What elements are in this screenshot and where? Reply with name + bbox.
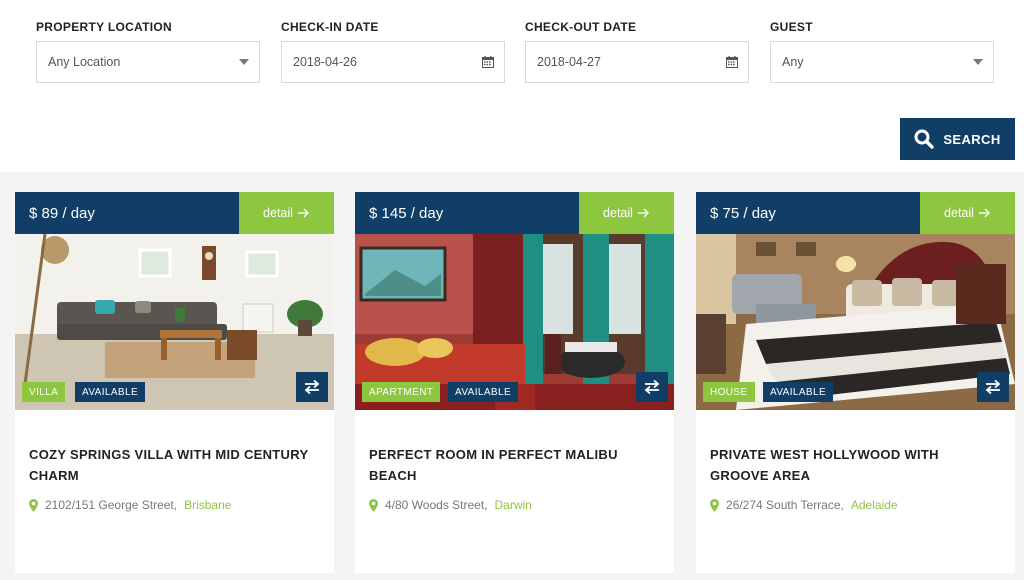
check-out-input[interactable]: 2018-04-27 [525,41,749,83]
card-header: $ 75 / day detail [696,192,1015,234]
property-location-field: PROPERTY LOCATION Any Location [36,20,260,83]
card-header: $ 145 / day detail [355,192,674,234]
listing-address: 2102/151 George Street, Brisbane [29,498,231,512]
status-badge: AVAILABLE [75,382,146,402]
check-out-value: 2018-04-27 [537,55,601,69]
address-street: 2102/151 George Street, [45,498,178,512]
status-badge: AVAILABLE [763,382,834,402]
search-button[interactable]: SEARCH [900,118,1015,160]
check-out-label: CHECK-OUT DATE [525,20,637,34]
check-in-value: 2018-04-26 [293,55,357,69]
search-button-label: SEARCH [943,131,1001,147]
address-city-link[interactable]: Brisbane [184,498,231,512]
property-location-value: Any Location [48,55,121,69]
listing-title[interactable]: COZY SPRINGS VILLA WITH MID CENTURY CHAR… [29,444,319,486]
arrow-right-icon [978,208,990,218]
detail-label: detail [944,206,974,220]
listings-grid: $ 89 / day detail VILLA AVAILABLE COZY S… [0,172,1024,580]
check-in-input[interactable]: 2018-04-26 [281,41,505,83]
compare-button[interactable] [636,372,668,402]
detail-label: detail [603,206,633,220]
address-city-link[interactable]: Darwin [495,498,532,512]
price-label: $ 75 / day [696,192,920,234]
map-pin-icon [29,498,38,512]
search-icon [914,129,935,149]
price-label: $ 145 / day [355,192,579,234]
detail-link[interactable]: detail [239,192,334,234]
calendar-icon[interactable] [482,56,494,68]
guest-field: GUEST Any [770,20,994,83]
calendar-icon[interactable] [726,56,738,68]
compare-button[interactable] [296,372,328,402]
check-in-label: CHECK-IN DATE [281,20,379,34]
arrow-right-icon [637,208,649,218]
check-in-field: CHECK-IN DATE 2018-04-26 [281,20,505,83]
detail-link[interactable]: detail [920,192,1015,234]
chevron-down-icon [239,59,249,65]
exchange-icon [304,380,320,394]
search-filters: PROPERTY LOCATION Any Location CHECK-IN … [0,0,1024,172]
address-street: 4/80 Woods Street, [385,498,488,512]
detail-link[interactable]: detail [579,192,674,234]
detail-label: detail [263,206,293,220]
property-type-badge[interactable]: APARTMENT [362,382,441,402]
chevron-down-icon [973,59,983,65]
address-city-link[interactable]: Adelaide [851,498,898,512]
map-pin-icon [710,498,719,512]
compare-button[interactable] [977,372,1009,402]
exchange-icon [644,380,660,394]
guest-value: Any [782,55,804,69]
property-type-badge[interactable]: VILLA [22,382,66,402]
listing-title[interactable]: PERFECT ROOM IN PERFECT MALIBU BEACH [369,444,659,486]
card-header: $ 89 / day detail [15,192,334,234]
property-type-badge[interactable]: HOUSE [703,382,755,402]
listing-title[interactable]: PRIVATE WEST HOLLYWOOD WITH GROOVE AREA [710,444,1000,486]
listing-card: $ 89 / day detail VILLA AVAILABLE COZY S… [15,192,334,573]
listing-address: 4/80 Woods Street, Darwin [369,498,532,512]
map-pin-icon [369,498,378,512]
address-street: 26/274 South Terrace, [726,498,844,512]
listing-card: $ 145 / day detail APARTMENT AVAILABLE P… [355,192,674,573]
price-label: $ 89 / day [15,192,239,234]
property-location-label: PROPERTY LOCATION [36,20,172,34]
guest-select[interactable]: Any [770,41,994,83]
listing-address: 26/274 South Terrace, Adelaide [710,498,898,512]
status-badge: AVAILABLE [448,382,519,402]
listing-card: $ 75 / day detail HOUSE AVAILABLE PRIVAT… [696,192,1015,573]
exchange-icon [985,380,1001,394]
property-location-select[interactable]: Any Location [36,41,260,83]
arrow-right-icon [297,208,309,218]
guest-label: GUEST [770,20,813,34]
check-out-field: CHECK-OUT DATE 2018-04-27 [525,20,749,83]
